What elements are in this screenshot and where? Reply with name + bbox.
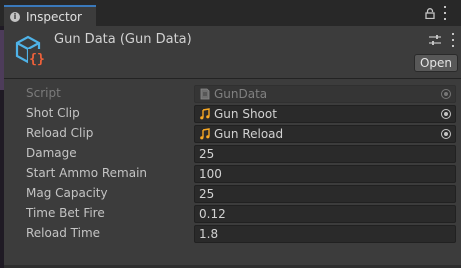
damage-input[interactable]: 25 xyxy=(194,145,456,163)
property-list: Script GunData Shot Clip Gun Shoot Reloa… xyxy=(4,84,461,244)
property-row-mag-capacity: Mag Capacity 25 xyxy=(4,184,461,204)
mag-capacity-input[interactable]: 25 xyxy=(194,185,456,203)
property-label: Reload Clip xyxy=(26,126,94,140)
window-menu-icon[interactable] xyxy=(442,6,448,20)
object-picker-icon xyxy=(441,89,451,99)
inspector-header: {} Gun Data (Gun Data) Open xyxy=(4,26,461,78)
shot-clip-field[interactable]: Gun Shoot xyxy=(194,105,456,123)
property-row-damage: Damage 25 xyxy=(4,144,461,164)
scriptable-object-icon: {} xyxy=(15,35,46,67)
script-icon xyxy=(200,88,210,100)
info-icon: i xyxy=(10,11,20,22)
asset-menu-icon[interactable] xyxy=(450,33,456,47)
script-field: GunData xyxy=(194,85,456,103)
asset-title: Gun Data (Gun Data) xyxy=(54,32,192,47)
property-label: Time Bet Fire xyxy=(26,206,105,220)
object-picker-icon[interactable] xyxy=(441,129,451,139)
field-value: Gun Shoot xyxy=(214,107,277,121)
header-divider xyxy=(4,78,461,79)
property-row-start-ammo-remain: Start Ammo Remain 100 xyxy=(4,164,461,184)
property-label: Shot Clip xyxy=(26,106,80,120)
property-label: Damage xyxy=(26,146,77,160)
object-picker-icon[interactable] xyxy=(441,109,451,119)
tab-bar: i Inspector xyxy=(0,0,461,26)
sliders-icon[interactable] xyxy=(429,34,441,46)
property-row-time-bet-fire: Time Bet Fire 0.12 xyxy=(4,204,461,224)
property-row-script: Script GunData xyxy=(4,84,461,104)
svg-text:{}: {} xyxy=(29,52,45,67)
audio-clip-icon xyxy=(200,128,210,140)
audio-clip-icon xyxy=(200,108,210,120)
property-label: Reload Time xyxy=(26,226,101,240)
property-row-shot-clip: Shot Clip Gun Shoot xyxy=(4,104,461,124)
property-row-reload-clip: Reload Clip Gun Reload xyxy=(4,124,461,144)
property-label: Start Ammo Remain xyxy=(26,166,148,180)
reload-time-input[interactable]: 1.8 xyxy=(194,225,456,243)
time-bet-fire-input[interactable]: 0.12 xyxy=(194,205,456,223)
field-value: Gun Reload xyxy=(214,127,284,141)
tab-inspector[interactable]: i Inspector xyxy=(4,5,96,26)
property-label: Script xyxy=(26,86,61,100)
reload-clip-field[interactable]: Gun Reload xyxy=(194,125,456,143)
property-label: Mag Capacity xyxy=(26,186,108,200)
open-button[interactable]: Open xyxy=(414,54,458,72)
tab-label: Inspector xyxy=(26,9,82,24)
field-value: GunData xyxy=(214,87,268,101)
start-ammo-remain-input[interactable]: 100 xyxy=(194,165,456,183)
lock-icon[interactable] xyxy=(425,8,435,19)
property-row-reload-time: Reload Time 1.8 xyxy=(4,224,461,244)
